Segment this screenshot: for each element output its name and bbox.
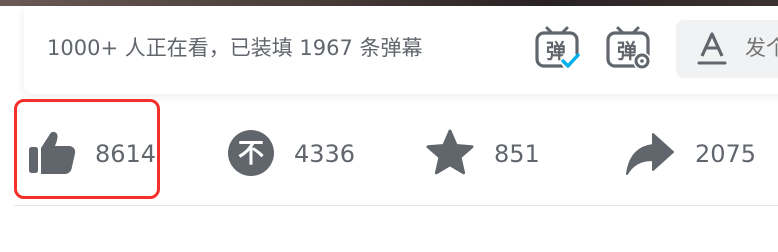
- coin-icon: 不: [228, 130, 274, 176]
- font-style-button[interactable]: [697, 30, 727, 66]
- favorite-count: 851: [494, 140, 540, 168]
- star-icon: [426, 129, 474, 175]
- share-count: 2075: [695, 140, 757, 168]
- share-arrow-icon: [626, 133, 674, 175]
- like-count: 8614: [95, 140, 157, 168]
- svg-text:不: 不: [238, 139, 264, 169]
- thumbs-up-icon: [29, 131, 76, 174]
- danmaku-settings-icon: 弹: [606, 26, 651, 70]
- font-a-icon: [697, 32, 727, 65]
- share-button[interactable]: 2075: [625, 120, 759, 188]
- danmaku-on-icon: 弹: [535, 26, 580, 70]
- favorite-button[interactable]: 851: [425, 120, 541, 188]
- like-button[interactable]: 8614: [28, 120, 156, 188]
- coin-button[interactable]: 不 4336: [226, 120, 360, 188]
- coin-count: 4336: [294, 140, 356, 168]
- danmaku-input[interactable]: [745, 30, 778, 66]
- toolbar-divider: [14, 205, 778, 206]
- danmaku-settings-button[interactable]: 弹: [604, 24, 654, 72]
- viewer-count-text: 1000+ 人正在看，已装填 1967 条弹幕: [47, 36, 423, 60]
- danmaku-toggle-button[interactable]: 弹: [533, 24, 583, 72]
